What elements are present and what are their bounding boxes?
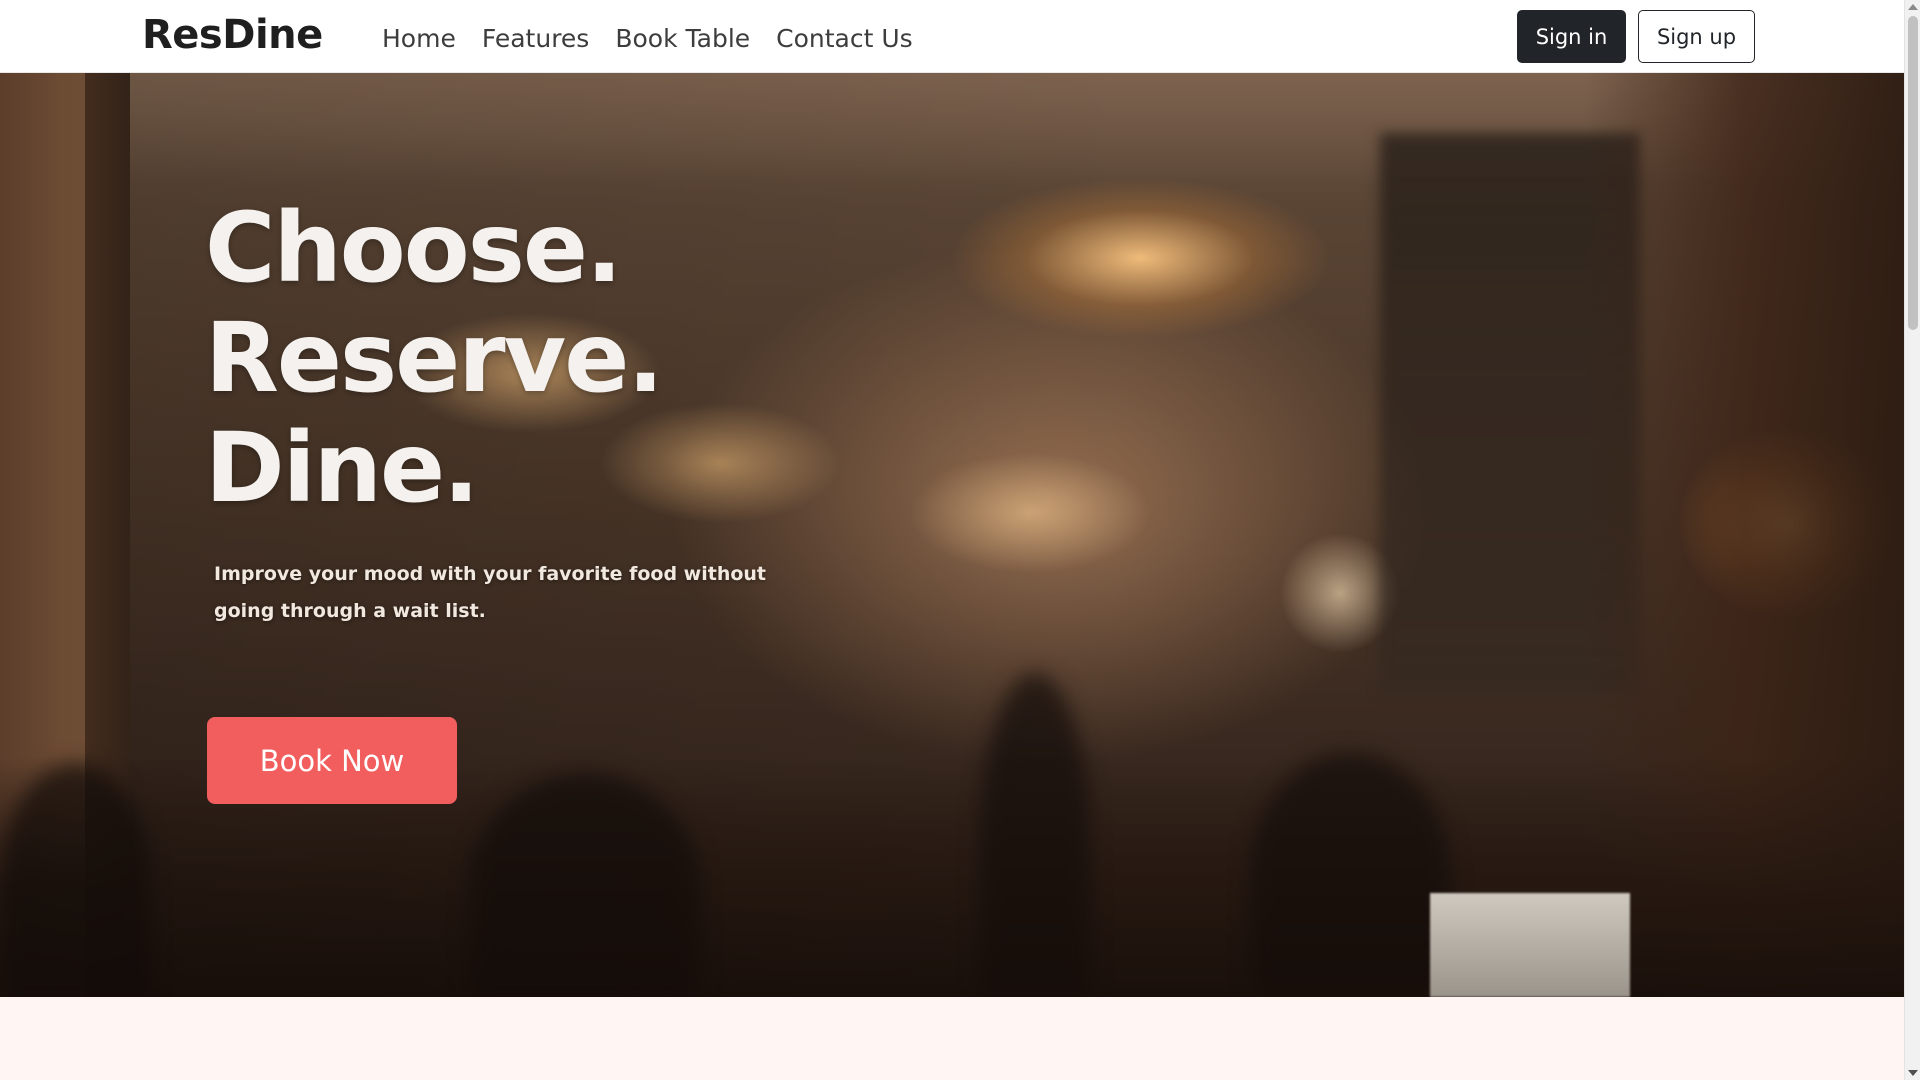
hero-headline: Choose. Reserve. Dine. xyxy=(205,192,664,524)
headline-line-reserve: Reserve. xyxy=(205,302,664,414)
navbar: ResDine Home Features Book Table Contact… xyxy=(0,0,1904,73)
sign-in-button[interactable]: Sign in xyxy=(1517,10,1626,63)
book-now-button[interactable]: Book Now xyxy=(207,717,457,804)
page-scrollbar[interactable] xyxy=(1904,0,1920,1080)
nav-links: Home Features Book Table Contact Us xyxy=(382,24,913,53)
hero-content: Choose. Reserve. Dine. Improve your mood… xyxy=(0,73,1904,997)
nav-link-features[interactable]: Features xyxy=(482,24,590,53)
scrollbar-thumb[interactable] xyxy=(1908,16,1918,330)
nav-link-home[interactable]: Home xyxy=(382,24,456,53)
scroll-down-arrow-icon[interactable] xyxy=(1908,1070,1918,1076)
scroll-up-arrow-icon[interactable] xyxy=(1908,4,1918,10)
headline-line-dine: Dine. xyxy=(205,412,480,524)
brand-logo[interactable]: ResDine xyxy=(142,12,323,58)
hero-subtext: Improve your mood with your favorite foo… xyxy=(214,563,767,622)
nav-link-contact-us[interactable]: Contact Us xyxy=(776,24,913,53)
hero-section: Choose. Reserve. Dine. Improve your mood… xyxy=(0,73,1904,997)
headline-line-choose: Choose. xyxy=(205,192,622,304)
nav-link-book-table[interactable]: Book Table xyxy=(615,24,750,53)
sign-up-button[interactable]: Sign up xyxy=(1638,10,1755,63)
